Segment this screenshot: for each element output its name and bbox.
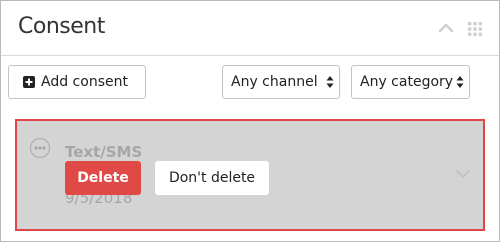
delete-button[interactable]: Delete [65,161,141,195]
channel-select-value: Any channel [231,74,318,90]
add-consent-label: Add consent [41,74,128,90]
consent-channel: Text/SMS [65,143,143,161]
ellipsis-circle-icon[interactable] [29,137,51,159]
chevron-up-icon[interactable] [437,21,455,35]
consent-panel: Consent Add consent Any channel Any cate… [0,0,500,242]
consent-item-card: Text/SMS 9/5/2018 Delete Don't delete [15,119,485,231]
category-select[interactable]: Any category [351,65,470,99]
panel-title: Consent [18,14,105,39]
chevron-down-icon[interactable] [455,169,471,179]
consent-item-overlay: Text/SMS 9/5/2018 Delete Don't delete [17,121,483,229]
plus-square-icon [23,76,35,88]
updown-arrows-icon [326,75,334,89]
category-select-value: Any category [360,74,454,90]
dont-delete-button[interactable]: Don't delete [155,161,269,195]
channel-select[interactable]: Any channel [222,65,340,99]
panel-header: Consent [1,1,499,56]
add-consent-button[interactable]: Add consent [8,65,146,99]
updown-arrows-icon [456,75,464,89]
grip-icon[interactable] [467,21,483,37]
